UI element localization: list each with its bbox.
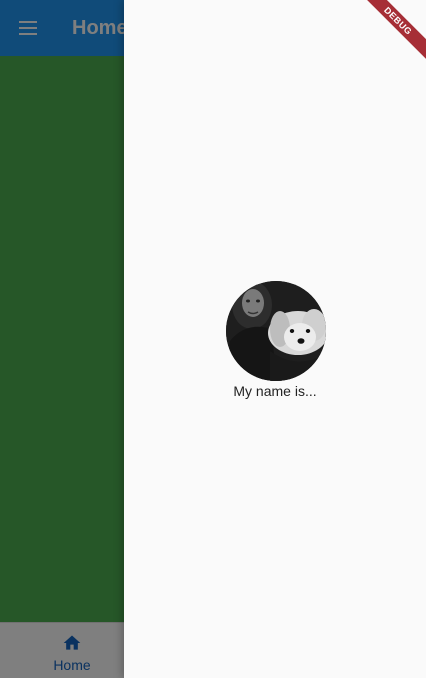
navigation-drawer: My name is... (124, 0, 426, 678)
avatar (226, 281, 326, 381)
debug-banner-label: DEBUG (366, 0, 426, 60)
debug-banner: DEBUG (366, 0, 426, 60)
drawer-name-label: My name is... (233, 383, 317, 399)
app-screen: Home Home (0, 0, 426, 678)
avatar-photo (226, 281, 326, 381)
